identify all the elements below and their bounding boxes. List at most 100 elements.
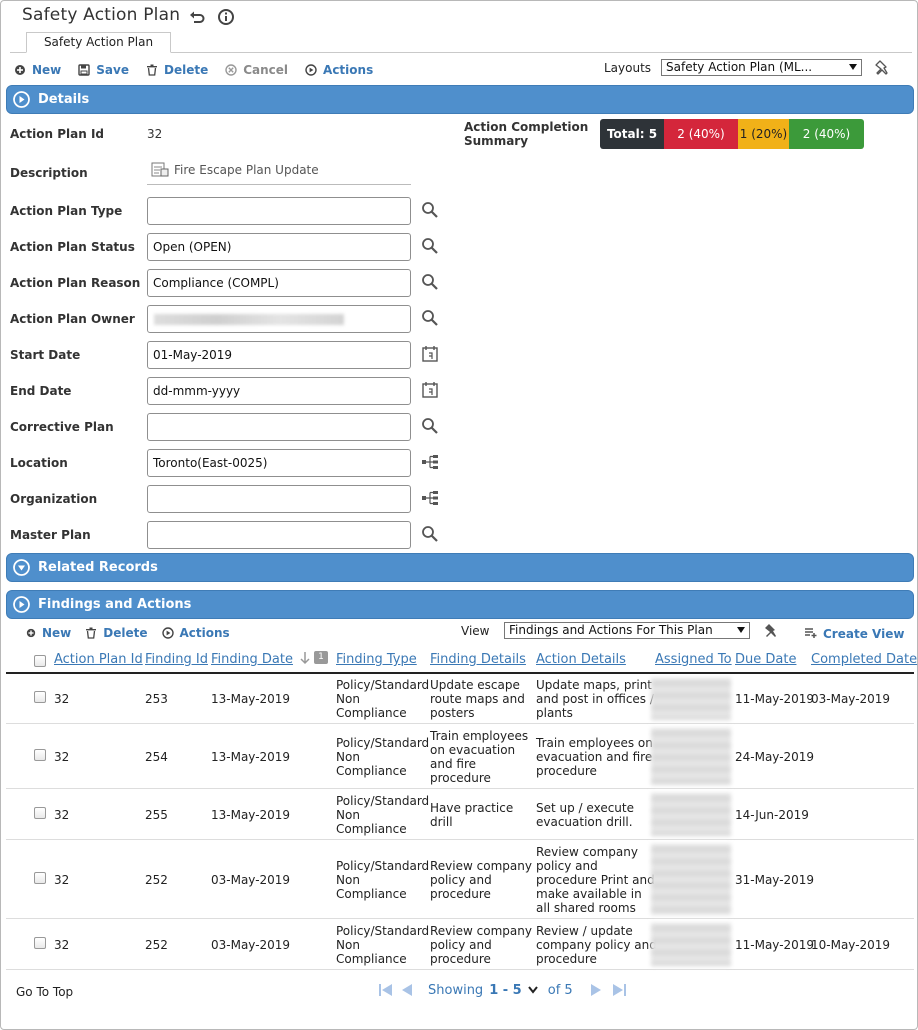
- row-checkbox[interactable]: [34, 748, 46, 761]
- cell-finding-details-line: policy and: [430, 872, 492, 887]
- edit-text-icon[interactable]: [151, 162, 169, 178]
- summary-red[interactable]: 2 (40%): [664, 119, 738, 149]
- action-plan-reason-input[interactable]: Compliance (COMPL): [147, 269, 411, 297]
- go-to-top-link[interactable]: Go To Top: [16, 985, 73, 999]
- last-page-icon[interactable]: [611, 982, 627, 998]
- description-label: Description: [10, 166, 88, 180]
- row-checkbox[interactable]: [34, 871, 46, 884]
- search-icon[interactable]: [420, 308, 440, 328]
- row-checkbox[interactable]: [34, 936, 46, 949]
- delete-button-label: Delete: [163, 63, 209, 77]
- row-checkbox[interactable]: [34, 806, 46, 819]
- column-header-finding-details[interactable]: Finding Details: [430, 652, 526, 667]
- actions-button[interactable]: Actions: [305, 63, 373, 77]
- related-records-section-title: Related Records: [38, 560, 158, 575]
- findings-delete-button[interactable]: Delete: [85, 626, 148, 640]
- details-section-title: Details: [38, 92, 90, 107]
- cell-completed-date: 10-May-2019: [811, 937, 891, 952]
- first-page-icon[interactable]: [378, 982, 394, 998]
- page-range: 1 - 5: [489, 982, 522, 998]
- calendar-icon[interactable]: [420, 344, 440, 364]
- column-header-action-details[interactable]: Action Details: [536, 652, 626, 667]
- pager: Showing 1 - 5 of 5: [378, 982, 627, 998]
- calendar-icon[interactable]: [420, 380, 440, 400]
- sort-down-icon[interactable]: [299, 651, 311, 665]
- cancel-button[interactable]: Cancel: [225, 63, 288, 77]
- cell-action-details-line: all shared rooms: [536, 900, 636, 915]
- end-date-input[interactable]: dd-mmm-yyyy: [147, 377, 411, 405]
- undo-icon[interactable]: [188, 8, 206, 26]
- list-add-icon: [805, 628, 817, 638]
- cell-due-date: 31-May-2019: [735, 872, 815, 887]
- tab-safety-action-plan[interactable]: Safety Action Plan: [26, 32, 171, 53]
- search-icon[interactable]: [420, 236, 440, 256]
- start-date-label: Start Date: [10, 348, 81, 362]
- column-header-finding-date[interactable]: Finding Date: [211, 652, 293, 667]
- row-checkbox[interactable]: [34, 691, 46, 703]
- related-records-section-header[interactable]: Related Records: [6, 553, 914, 582]
- findings-actions-button[interactable]: Actions: [161, 626, 230, 640]
- hierarchy-icon[interactable]: [420, 488, 440, 508]
- summary-yellow[interactable]: 1 (20%): [738, 119, 789, 149]
- view-select[interactable]: Findings and Actions For This Plan: [504, 622, 750, 639]
- pin-filled-icon[interactable]: [763, 622, 781, 640]
- search-icon[interactable]: [420, 524, 440, 544]
- cell-assigned-to-redacted: [651, 923, 731, 966]
- corrective-plan-input[interactable]: [147, 413, 411, 441]
- play-circle-icon: [161, 627, 174, 639]
- start-date-input[interactable]: 01-May-2019: [147, 341, 411, 369]
- select-all-checkbox[interactable]: [34, 655, 46, 667]
- completion-summary-label-line2: Summary: [464, 134, 529, 148]
- action-plan-status-input[interactable]: Open (OPEN): [147, 233, 411, 261]
- pin-icon[interactable]: [874, 59, 892, 77]
- sort-order-badge: 1: [314, 651, 328, 664]
- master-plan-input[interactable]: [147, 521, 411, 549]
- cell-action-plan-id: 32: [54, 937, 70, 952]
- column-header-action-plan-id[interactable]: Action Plan Id: [54, 652, 143, 667]
- summary-green[interactable]: 2 (40%): [789, 119, 864, 149]
- cell-finding-type-line: Compliance: [336, 821, 407, 836]
- column-header-completed-date[interactable]: Completed Date: [811, 652, 917, 667]
- cell-due-date: 24-May-2019: [735, 749, 815, 764]
- action-plan-type-input[interactable]: [147, 197, 411, 225]
- column-header-due-date[interactable]: Due Date: [735, 652, 796, 667]
- column-header-finding-id[interactable]: Finding Id: [145, 652, 208, 667]
- info-icon[interactable]: [217, 8, 235, 26]
- expand-arrow-icon: [13, 596, 30, 613]
- details-section-header[interactable]: Details: [6, 85, 914, 114]
- cell-action-plan-id: 32: [54, 807, 70, 822]
- findings-section-header[interactable]: Findings and Actions: [6, 590, 914, 619]
- action-plan-owner-input[interactable]: [147, 305, 411, 333]
- description-value[interactable]: Fire Escape Plan Update: [174, 163, 319, 177]
- showing-label: Showing: [428, 982, 484, 998]
- location-input[interactable]: Toronto(East-0025): [147, 449, 411, 477]
- cell-action-plan-id: 32: [54, 692, 70, 706]
- previous-page-icon[interactable]: [400, 982, 414, 998]
- findings-new-button[interactable]: New: [26, 626, 71, 640]
- search-icon[interactable]: [420, 416, 440, 436]
- new-button-label: New: [32, 63, 62, 77]
- cell-finding-id: 252: [145, 937, 168, 952]
- action-plan-id-value: 32: [147, 127, 163, 141]
- cell-action-details-line: company policy and: [536, 937, 657, 952]
- create-view-link[interactable]: Create View: [823, 627, 904, 641]
- delete-button[interactable]: Delete: [146, 63, 208, 77]
- completion-summary-label-line1: Action Completion: [464, 120, 589, 134]
- action-plan-owner-label: Action Plan Owner: [10, 312, 135, 326]
- layouts-select[interactable]: Safety Action Plan (ML...: [661, 59, 862, 76]
- organization-input[interactable]: [147, 485, 411, 513]
- findings-toolbar: New Delete Actions: [26, 625, 247, 641]
- chevron-down-icon[interactable]: [527, 986, 538, 994]
- search-icon[interactable]: [420, 272, 440, 292]
- cell-finding-details-line: policy and: [430, 937, 492, 952]
- search-icon[interactable]: [420, 200, 440, 220]
- next-page-icon[interactable]: [589, 982, 603, 998]
- hierarchy-icon[interactable]: [420, 452, 440, 472]
- save-button[interactable]: Save: [78, 63, 129, 77]
- column-header-finding-type[interactable]: Finding Type: [336, 652, 417, 667]
- cell-finding-date: 03-May-2019: [211, 872, 291, 887]
- new-button[interactable]: New: [14, 63, 61, 77]
- cell-action-details-line: evacuation and fire: [536, 749, 653, 764]
- cell-action-details-line: procedure Print and: [536, 872, 655, 887]
- column-header-assigned-to[interactable]: Assigned To: [655, 652, 732, 667]
